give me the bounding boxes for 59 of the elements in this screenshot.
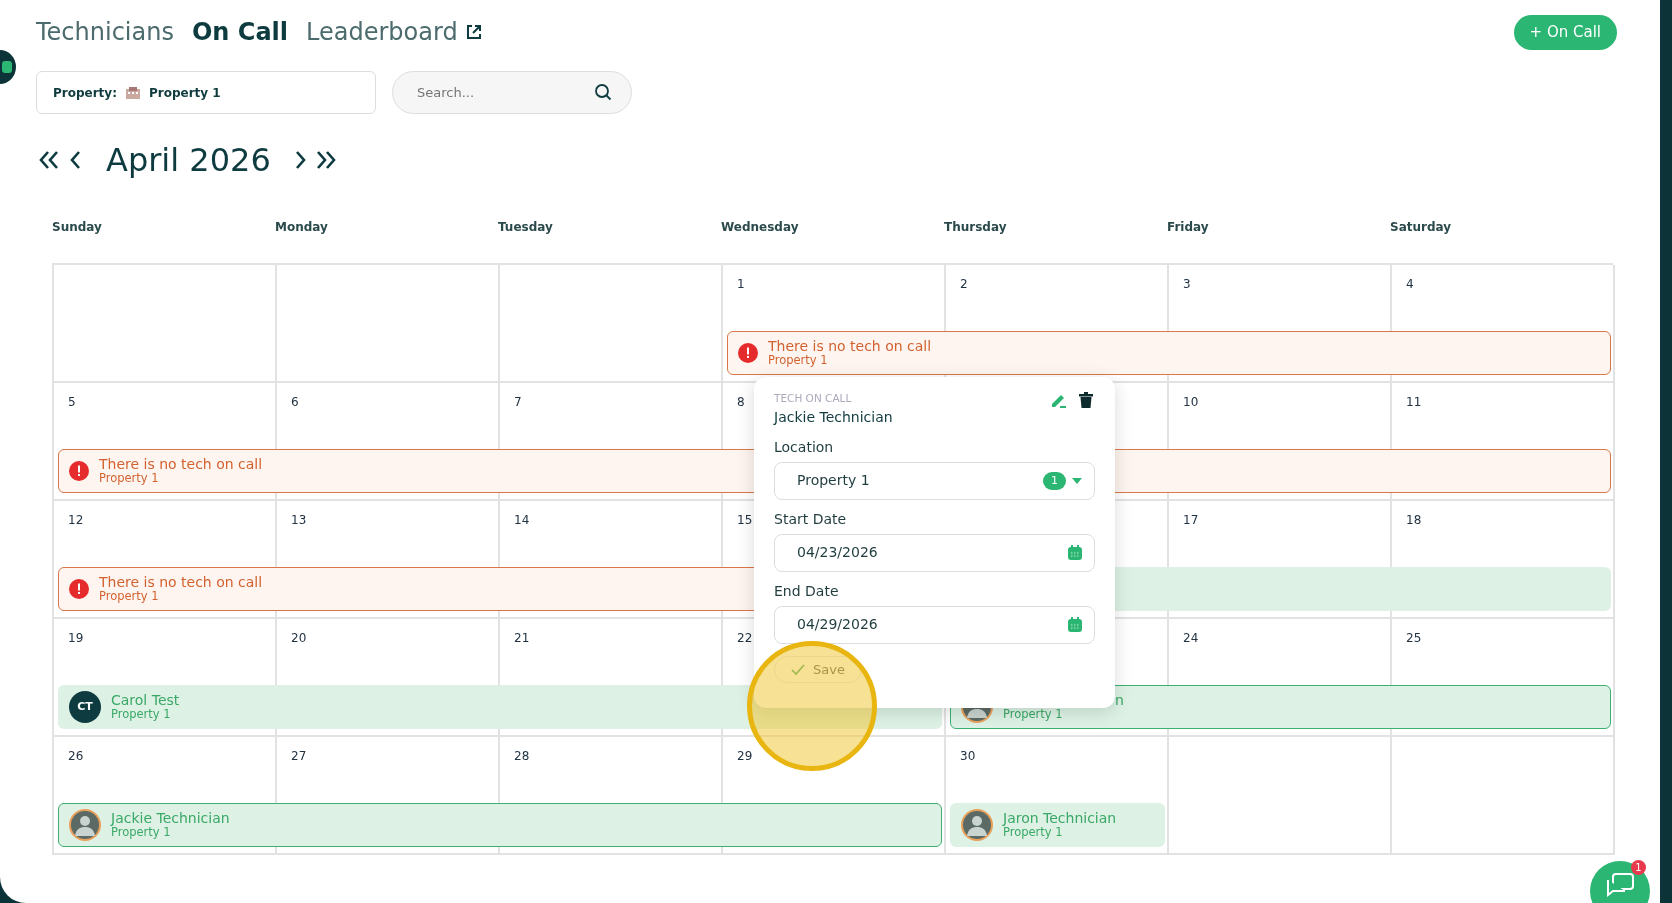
day-number: 28 — [514, 748, 530, 765]
day-number: 27 — [291, 748, 307, 765]
event-subtitle: Property 1 — [111, 708, 172, 722]
event-title: There is no tech on call — [768, 338, 932, 355]
day-number: 24 — [1183, 630, 1199, 647]
day-number: 15 — [737, 512, 753, 529]
day-number: 1 — [737, 276, 745, 293]
weekday-label: Friday — [1167, 220, 1209, 234]
month-title: April 2026 — [106, 140, 271, 181]
event-subtitle: Property 1 — [99, 590, 160, 604]
day-number: 22 — [737, 630, 753, 647]
weekday-label: Sunday — [52, 220, 102, 234]
day-number: 4 — [1406, 276, 1414, 293]
filter-value: Property 1 — [148, 84, 221, 102]
event-title: There is no tech on call — [99, 456, 263, 473]
field-label: Start Date — [774, 509, 848, 529]
event-subtitle: Property 1 — [1003, 826, 1064, 840]
day-number: 26 — [68, 748, 84, 765]
event-title: Carol Test — [111, 692, 180, 709]
day-number: 18 — [1406, 512, 1422, 529]
day-number: 25 — [1406, 630, 1422, 647]
weekday-label: Monday — [275, 220, 328, 234]
day-number: 5 — [68, 394, 76, 411]
day-number: 3 — [1183, 276, 1191, 293]
popup-label: TECH ON CALL — [774, 391, 853, 406]
day-number: 20 — [291, 630, 307, 647]
day-number: 13 — [291, 512, 307, 529]
count-badge: 1 — [1043, 471, 1066, 490]
weekday-label: Saturday — [1390, 220, 1452, 234]
day-number: 2 — [960, 276, 968, 293]
event-subtitle: Property 1 — [111, 826, 172, 840]
event-subtitle: Property 1 — [768, 354, 829, 368]
weekday-label: Tuesday — [498, 220, 553, 234]
day-number: 6 — [291, 394, 299, 411]
event-title: Jackie Technician — [111, 810, 230, 827]
event-title: There is no tech on call — [99, 574, 263, 591]
day-number: 11 — [1406, 394, 1422, 411]
day-number: 14 — [514, 512, 530, 529]
technician-name: Jackie Technician — [774, 407, 893, 427]
day-number: 17 — [1183, 512, 1199, 529]
day-number: 30 — [960, 748, 976, 765]
event-title: Jaron Technician — [1003, 810, 1117, 827]
weekday-label: Thursday — [944, 220, 1007, 234]
day-number: 19 — [68, 630, 84, 647]
filter-label: Property: — [53, 84, 117, 102]
day-number: 21 — [514, 630, 530, 647]
notification-badge: 1 — [1631, 860, 1646, 875]
field-label: End Date — [774, 581, 840, 601]
day-number: 29 — [737, 748, 753, 765]
weekday-label: Wednesday — [721, 220, 799, 234]
day-number: 7 — [514, 394, 522, 411]
avatar-initials: CT — [69, 691, 101, 723]
day-number: 12 — [68, 512, 84, 529]
event-subtitle: Property 1 — [1003, 708, 1064, 722]
event-subtitle: Property 1 — [99, 472, 160, 486]
event-title: n — [1115, 692, 1124, 709]
day-number: 8 — [737, 394, 745, 411]
day-number: 10 — [1183, 394, 1199, 411]
field-label: Location — [774, 437, 835, 457]
